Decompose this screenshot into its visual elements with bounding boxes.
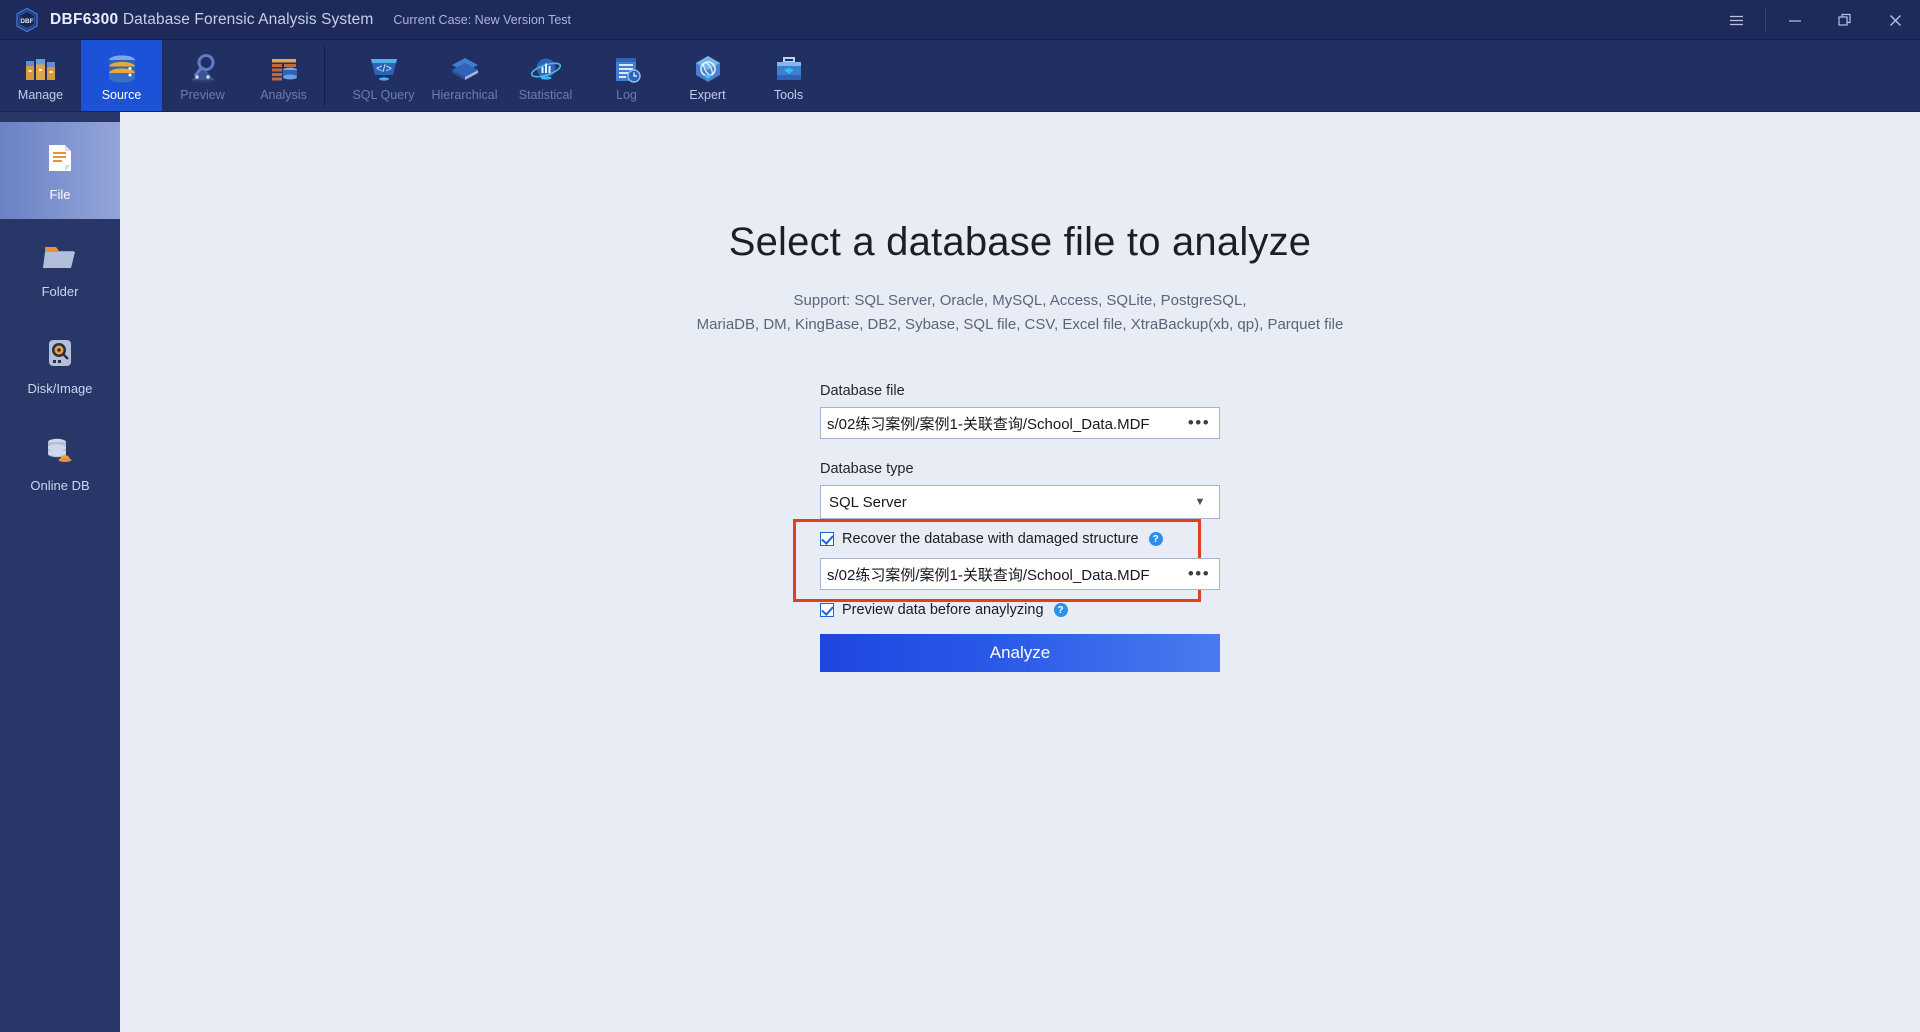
ribbon-item-preview[interactable]: Preview — [162, 40, 243, 112]
ribbon-label: SQL Query — [352, 88, 415, 102]
sidebar-item-label: Online DB — [30, 478, 90, 493]
current-case-label: Current Case: New Version Test — [393, 13, 572, 27]
sidebar-item-online-db[interactable]: Online DB — [0, 413, 120, 510]
database-file-browse-button[interactable]: ••• — [1179, 408, 1219, 438]
titlebar-divider — [1765, 8, 1766, 32]
recover-checkbox-label: Recover the database with damaged struct… — [842, 531, 1139, 547]
preview-checkbox-label: Preview data before anaylyzing — [842, 602, 1044, 618]
database-type-select[interactable]: SQL Server ▼ — [820, 485, 1220, 519]
recover-file-input[interactable]: s/02练习案例/案例1-关联查询/School_Data.MDF ••• — [820, 558, 1220, 590]
chevron-down-icon[interactable]: ▼ — [1181, 496, 1219, 508]
restore-button[interactable] — [1820, 0, 1870, 40]
sidebar-item-disk-image[interactable]: Disk/Image — [0, 316, 120, 413]
ribbon-item-manage[interactable]: Manage — [0, 40, 81, 112]
ribbon-item-analysis[interactable]: Analysis — [243, 40, 324, 112]
svg-text:DBF: DBF — [20, 18, 33, 25]
database-file-label: Database file — [820, 383, 905, 399]
ribbon-item-tools[interactable]: Tools — [748, 40, 829, 112]
form-gap — [820, 439, 1220, 461]
app-title: DBF6300 Database Forensic Analysis Syste… — [50, 11, 373, 29]
recover-file-value: s/02练习案例/案例1-关联查询/School_Data.MDF — [827, 566, 1150, 584]
source-form: Database file s/02练习案例/案例1-关联查询/School_D… — [793, 383, 1220, 672]
sidebar-item-file[interactable]: File — [0, 122, 120, 219]
disk-image-icon — [43, 333, 77, 375]
main-content: Select a database file to analyze Suppor… — [120, 112, 1920, 1032]
ribbon-label: Analysis — [260, 88, 307, 102]
ribbon-item-statistical[interactable]: Statistical — [505, 40, 586, 112]
database-file-input[interactable]: s/02练习案例/案例1-关联查询/School_Data.MDF ••• — [820, 407, 1220, 439]
ribbon-label: Source — [101, 88, 142, 102]
ribbon-label: Tools — [773, 88, 804, 102]
ribbon-label: Manage — [17, 88, 64, 102]
ribbon-label: Expert — [689, 88, 726, 102]
sidebar-item-label: Disk/Image — [27, 381, 93, 396]
log-clock-icon — [610, 49, 644, 85]
archive-boxes-icon — [24, 49, 58, 85]
restore-icon — [1838, 13, 1851, 26]
magnifier-icon — [186, 49, 220, 85]
menu-button[interactable] — [1711, 0, 1761, 40]
preview-checkbox[interactable] — [820, 603, 834, 617]
database-type-value: SQL Server — [829, 493, 907, 511]
ribbon-toolbar: Manage Source Preview Analysis </> SQL Q… — [0, 40, 1920, 112]
ribbon-item-expert[interactable]: Expert — [667, 40, 748, 112]
svg-text:</>: </> — [376, 63, 392, 75]
recover-section: Recover the database with damaged struct… — [793, 519, 1220, 602]
ribbon-item-sql-query[interactable]: </> SQL Query — [343, 40, 424, 112]
body-region: File Folder Disk/Image Online DB Select … — [0, 112, 1920, 1032]
supported-formats-line2: MariaDB, DM, KingBase, DB2, Sybase, SQL … — [696, 316, 1344, 333]
recover-checkbox-row[interactable]: Recover the database with damaged struct… — [820, 531, 1220, 547]
supported-formats-text: Support: SQL Server, Oracle, MySQL, Acce… — [120, 289, 1920, 337]
database-icon — [104, 49, 140, 85]
file-document-icon — [43, 139, 77, 181]
ribbon-label: Hierarchical — [431, 88, 498, 102]
database-file-value: s/02练习案例/案例1-关联查询/School_Data.MDF — [827, 415, 1150, 433]
database-type-label: Database type — [820, 461, 914, 477]
globe-chart-icon — [529, 49, 563, 85]
hamburger-icon — [1729, 15, 1743, 25]
ribbon-item-hierarchical[interactable]: Hierarchical — [424, 40, 505, 112]
recover-gap — [820, 547, 1220, 558]
ribbon-label: Statistical — [518, 88, 573, 102]
app-logo: DBF — [8, 7, 46, 33]
page-title: Select a database file to analyze — [728, 220, 1312, 264]
dbf-hexagon-icon: DBF — [16, 7, 38, 33]
table-analysis-icon — [267, 49, 301, 85]
preview-help-icon[interactable]: ? — [1053, 603, 1068, 617]
supported-formats-line1: Support: SQL Server, Oracle, MySQL, Acce… — [793, 292, 1247, 309]
close-icon — [1889, 14, 1901, 26]
ribbon-item-log[interactable]: Log — [586, 40, 667, 112]
ribbon-label: Preview — [180, 88, 225, 102]
ribbon-gap — [325, 40, 343, 112]
layers-icon — [447, 49, 483, 85]
sidebar-item-label: Folder — [41, 284, 79, 299]
application-window: DBF DBF6300 Database Forensic Analysis S… — [0, 0, 1920, 1032]
sidebar-item-folder[interactable]: Folder — [0, 219, 120, 316]
folder-icon — [41, 236, 79, 278]
app-title-brand: DBF6300 — [50, 11, 119, 28]
ribbon-label: Log — [616, 88, 637, 102]
app-title-rest: Database Forensic Analysis System — [118, 11, 374, 28]
online-db-icon — [41, 430, 79, 472]
minimize-icon — [1789, 20, 1801, 22]
toolbox-icon — [772, 49, 806, 85]
left-sidebar: File Folder Disk/Image Online DB — [0, 112, 120, 1032]
close-button[interactable] — [1870, 0, 1920, 40]
recover-help-icon[interactable]: ? — [1148, 532, 1163, 546]
expert-atom-icon — [690, 49, 726, 85]
minimize-button[interactable] — [1770, 0, 1820, 40]
recover-file-browse-button[interactable]: ••• — [1179, 559, 1219, 589]
title-bar: DBF DBF6300 Database Forensic Analysis S… — [0, 0, 1920, 40]
sidebar-item-label: File — [49, 187, 71, 202]
code-brackets-icon: </> — [366, 49, 402, 85]
analyze-button[interactable]: Analyze — [820, 634, 1220, 672]
recover-checkbox[interactable] — [820, 532, 834, 546]
ribbon-item-source[interactable]: Source — [81, 40, 162, 112]
preview-checkbox-row[interactable]: Preview data before anaylyzing ? — [820, 602, 1220, 618]
